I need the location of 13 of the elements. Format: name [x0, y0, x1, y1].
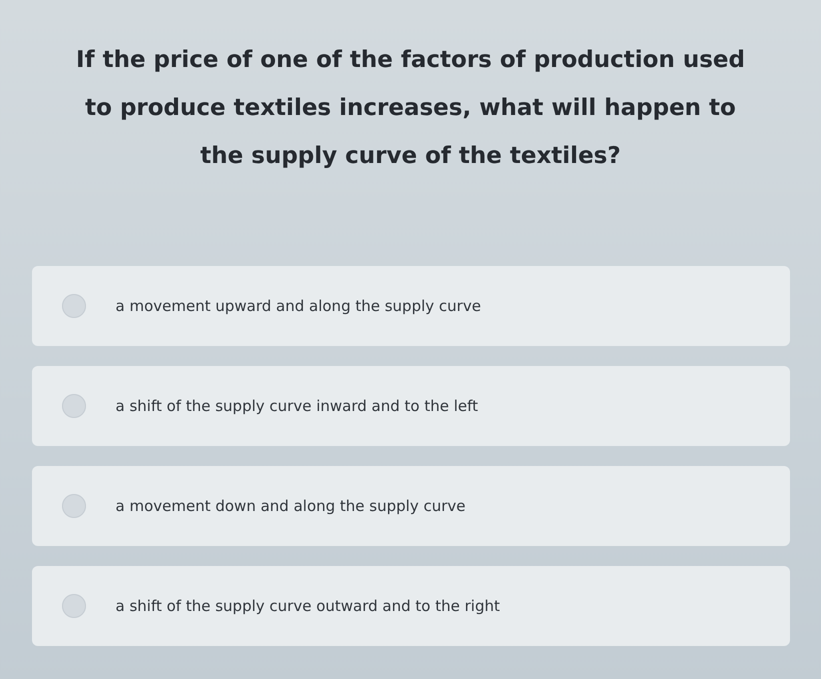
option-text: a movement upward and along the supply curve	[116, 297, 481, 315]
answer-option[interactable]: a movement upward and along the supply curve	[32, 266, 790, 346]
option-text: a shift of the supply curve inward and to the left	[116, 397, 478, 415]
radio-button[interactable]	[62, 594, 86, 618]
option-text: a shift of the supply curve outward and to the right	[116, 597, 500, 615]
question-text: If the price of one of the factors of production used to produce textiles increases, what will happen to the supply curve of the textiles?	[75, 46, 746, 171]
option-text: a movement down and along the supply curve	[116, 497, 466, 515]
answer-option[interactable]: a shift of the supply curve outward and to the right	[32, 566, 790, 646]
radio-button[interactable]	[62, 394, 86, 418]
answer-option[interactable]: a movement down and along the supply curve	[32, 466, 790, 546]
radio-button[interactable]	[62, 494, 86, 518]
answer-option[interactable]: a shift of the supply curve inward and to the left	[32, 366, 790, 446]
radio-button[interactable]	[62, 294, 86, 318]
